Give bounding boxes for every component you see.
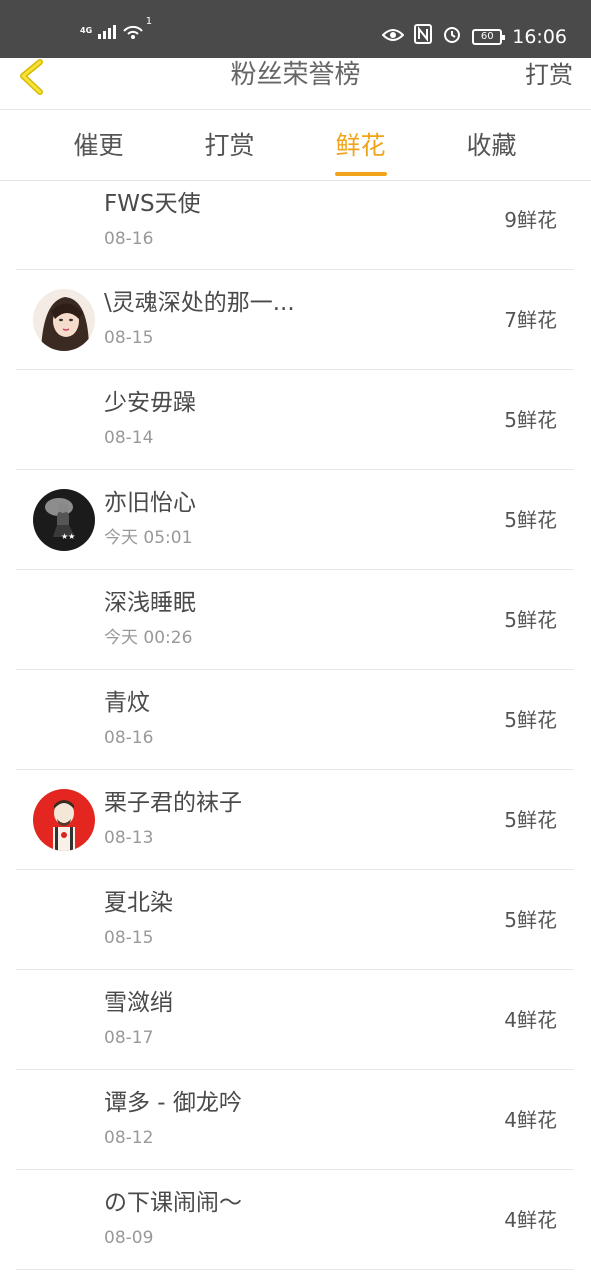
page-title: 粉丝荣誉榜 — [230, 60, 361, 90]
flower-count: 4鲜花 — [504, 1208, 557, 1232]
eye-icon — [381, 26, 405, 48]
tab-bar: 催更 打赏 鲜花 收藏 — [0, 111, 591, 181]
alarm-icon — [442, 24, 462, 49]
wifi-badge: 1 — [145, 16, 153, 27]
fan-name: 雪潋绡 — [104, 990, 173, 1016]
flower-count: 5鲜花 — [504, 608, 557, 632]
status-left: 4G 1 — [80, 16, 152, 40]
flower-count: 4鲜花 — [504, 1008, 557, 1032]
fan-date: 08-13 — [104, 828, 154, 848]
fan-name: FWS天使 — [104, 191, 201, 217]
battery-level: 60 — [480, 30, 494, 42]
nfc-icon — [414, 24, 433, 49]
battery-icon: 60 — [472, 28, 506, 45]
fan-list: FWS天使 08-16 9鲜花 \灵魂深处的那一... 08-15 7鲜花 少安… — [16, 182, 574, 1280]
fan-date: 08-09 — [104, 1228, 154, 1248]
flower-count: 9鲜花 — [504, 208, 557, 232]
list-item[interactable]: \灵魂深处的那一... 08-15 7鲜花 — [16, 270, 574, 370]
fan-date: 08-17 — [104, 1028, 154, 1048]
svg-text:★★: ★★ — [61, 532, 75, 541]
signal-icon — [98, 23, 117, 39]
fan-date: 08-15 — [104, 928, 154, 948]
avatar[interactable] — [33, 289, 95, 351]
status-right: 60 16:06 — [381, 24, 567, 49]
fan-name: の下课闹闹～ — [104, 1190, 242, 1216]
avatar[interactable] — [33, 789, 95, 851]
flower-count: 5鲜花 — [504, 508, 557, 532]
list-item[interactable]: 雪潋绡 08-17 4鲜花 — [16, 970, 574, 1070]
header: 粉丝荣誉榜 打赏 — [0, 58, 591, 110]
fan-name: 深浅睡眠 — [104, 590, 196, 616]
status-bar: 4G 1 60 16:06 — [0, 0, 591, 58]
tab-tip[interactable]: 打赏 — [164, 111, 295, 180]
list-item[interactable]: の下课闹闹～ 08-09 4鲜花 — [16, 1170, 574, 1270]
list-item[interactable]: 青炆 08-16 5鲜花 — [16, 670, 574, 770]
avatar[interactable]: ★★ — [33, 489, 95, 551]
fan-date: 今天 00:26 — [104, 628, 193, 648]
fan-name: 夏北染 — [104, 890, 173, 916]
flower-count: 7鲜花 — [504, 308, 557, 332]
tab-flowers[interactable]: 鲜花 — [295, 111, 426, 180]
fan-name: \灵魂深处的那一... — [104, 290, 295, 316]
flower-count: 5鲜花 — [504, 808, 557, 832]
flower-count: 5鲜花 — [504, 908, 557, 932]
network-label: 4G — [80, 26, 93, 35]
list-item[interactable]: 谭多 - 御龙吟 08-12 4鲜花 — [16, 1070, 574, 1170]
clock: 16:06 — [512, 25, 567, 48]
fan-date: 08-12 — [104, 1128, 154, 1148]
fan-name: 少安毋躁 — [104, 390, 196, 416]
network-icon: 4G — [80, 27, 92, 35]
list-item[interactable]: FWS天使 08-16 9鲜花 — [16, 182, 574, 270]
fan-name: 栗子君的袜子 — [104, 790, 242, 816]
flower-count: 5鲜花 — [504, 708, 557, 732]
flower-count: 5鲜花 — [504, 408, 557, 432]
fan-date: 今天 05:01 — [104, 528, 193, 548]
fan-name: 亦旧怡心 — [104, 490, 196, 516]
flower-count: 4鲜花 — [504, 1108, 557, 1132]
list-item[interactable]: 夏北染 08-15 5鲜花 — [16, 870, 574, 970]
fan-date: 08-16 — [104, 728, 154, 748]
fan-name: 谭多 - 御龙吟 — [104, 1090, 242, 1116]
tab-urge[interactable]: 催更 — [33, 111, 164, 180]
list-item[interactable]: ★★ 亦旧怡心 今天 05:01 5鲜花 — [16, 470, 574, 570]
fan-date: 08-16 — [104, 229, 154, 249]
list-item[interactable]: 深浅睡眠 今天 00:26 5鲜花 — [16, 570, 574, 670]
fan-date: 08-15 — [104, 328, 154, 348]
fan-name: 青炆 — [104, 690, 150, 716]
fan-date: 08-14 — [104, 428, 154, 448]
wifi-icon: 1 — [122, 16, 152, 40]
tab-favorites[interactable]: 收藏 — [426, 111, 557, 180]
list-item[interactable]: 少安毋躁 08-14 5鲜花 — [16, 370, 574, 470]
list-item[interactable]: 栗子君的袜子 08-13 5鲜花 — [16, 770, 574, 870]
tip-button[interactable]: 打赏 — [525, 58, 573, 92]
